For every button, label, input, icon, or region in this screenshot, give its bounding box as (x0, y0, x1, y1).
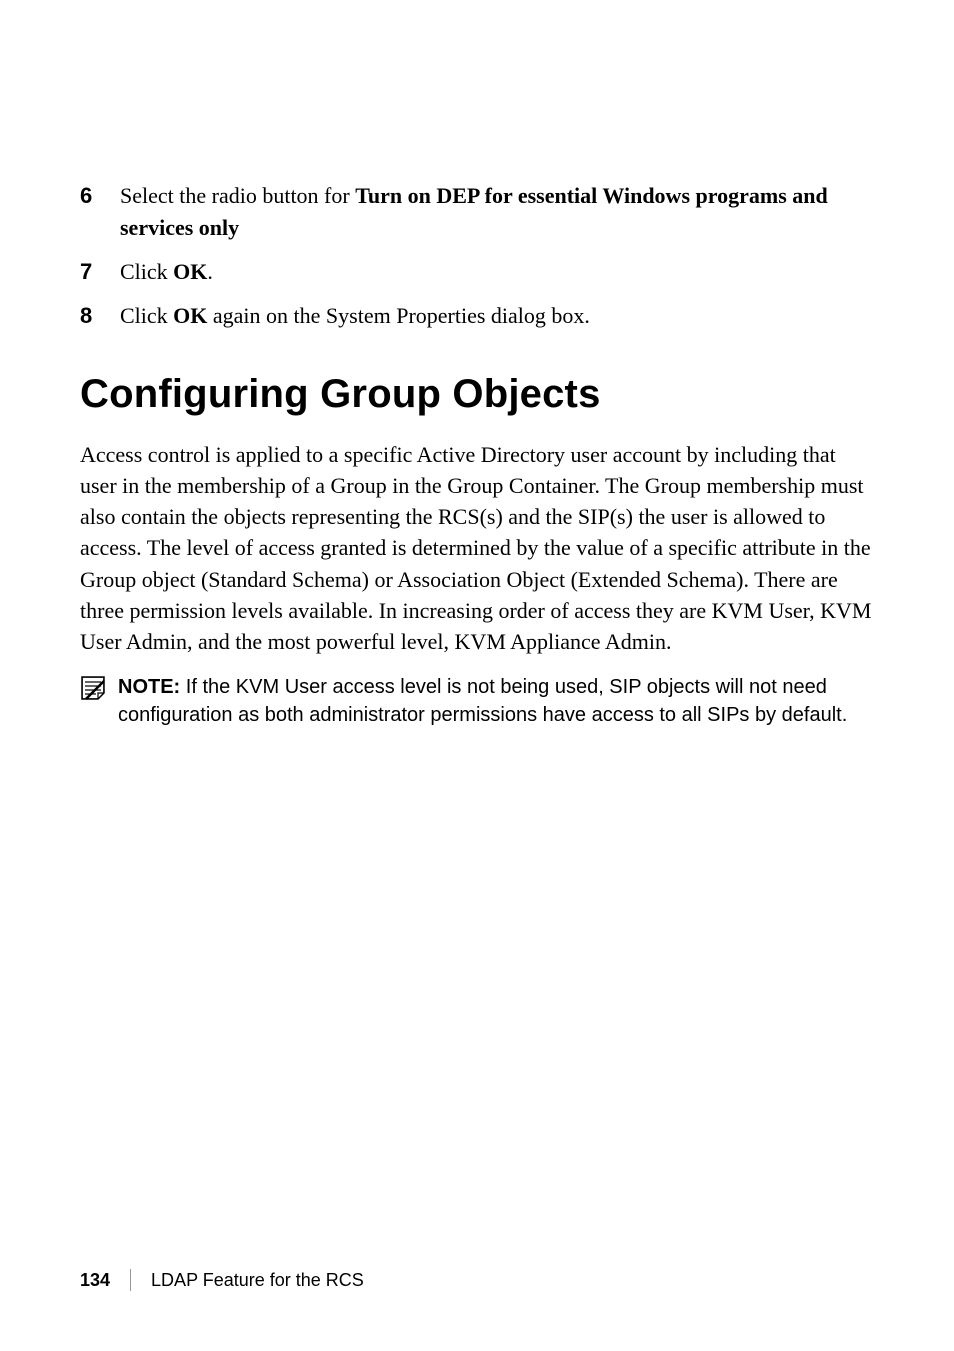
note-icon (80, 675, 106, 701)
body-paragraph: Access control is applied to a specific … (80, 439, 874, 658)
step-pre-text: Click (120, 303, 173, 328)
step-number: 7 (80, 256, 120, 288)
step-item-8: 8 Click OK again on the System Propertie… (80, 300, 874, 332)
note-text-container: NOTE: If the KVM User access level is no… (118, 673, 874, 729)
step-post-text: again on the System Properties dialog bo… (207, 303, 590, 328)
page-footer: 134 LDAP Feature for the RCS (80, 1269, 364, 1291)
footer-section-title: LDAP Feature for the RCS (151, 1270, 364, 1291)
step-bold-text: OK (173, 259, 207, 284)
page-number: 134 (80, 1270, 110, 1291)
step-text: Click OK. (120, 256, 874, 288)
note-body: If the KVM User access level is not bein… (118, 676, 847, 726)
step-item-6: 6 Select the radio button for Turn on DE… (80, 180, 874, 244)
note-label: NOTE: (118, 676, 180, 698)
step-number: 6 (80, 180, 120, 244)
step-text: Select the radio button for Turn on DEP … (120, 180, 874, 244)
step-text: Click OK again on the System Properties … (120, 300, 874, 332)
step-number: 8 (80, 300, 120, 332)
note-block: NOTE: If the KVM User access level is no… (80, 673, 874, 729)
step-pre-text: Select the radio button for (120, 183, 355, 208)
step-bold-text: OK (173, 303, 207, 328)
numbered-steps-list: 6 Select the radio button for Turn on DE… (80, 180, 874, 332)
step-item-7: 7 Click OK. (80, 256, 874, 288)
step-pre-text: Click (120, 259, 173, 284)
footer-divider (130, 1269, 131, 1291)
section-heading: Configuring Group Objects (80, 372, 874, 417)
step-post-text: . (207, 259, 213, 284)
